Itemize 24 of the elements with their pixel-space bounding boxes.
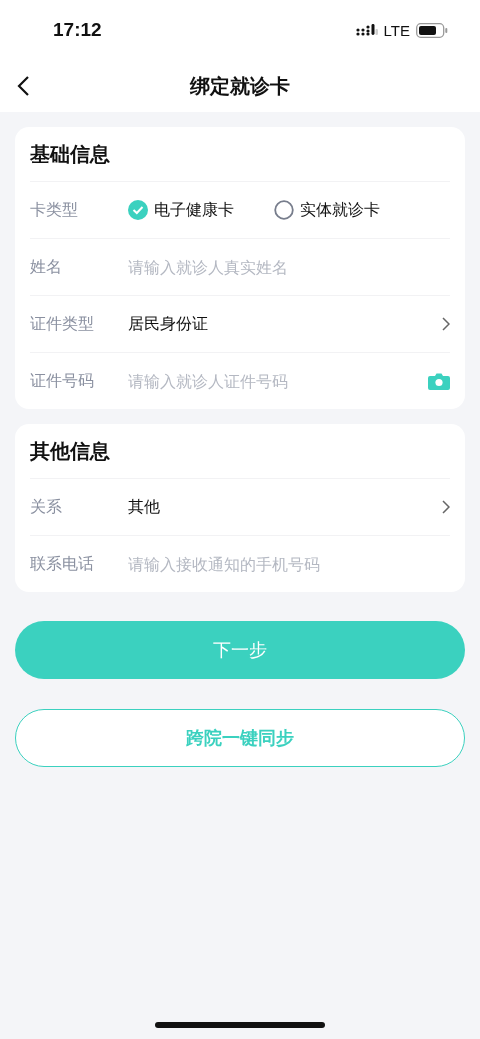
page-title: 绑定就诊卡: [190, 72, 290, 100]
field-label: 关系: [30, 496, 63, 518]
status-time: 17:12: [53, 19, 102, 41]
chevron-right-icon[interactable]: [442, 317, 450, 331]
section-title: 其他信息: [30, 437, 110, 465]
field-label: 证件类型: [30, 313, 95, 335]
select-value[interactable]: 居民身份证: [128, 313, 442, 335]
chevron-right-icon[interactable]: [442, 500, 450, 514]
input-field[interactable]: 请输入就诊人真实姓名: [128, 257, 450, 277]
battery-icon: [416, 22, 448, 38]
input-field[interactable]: 请输入就诊人证件号码: [128, 371, 428, 391]
section-title: 基础信息: [30, 140, 110, 168]
field-label: 证件号码: [30, 370, 95, 392]
checked-radio-icon[interactable]: [128, 200, 148, 220]
radio-label[interactable]: 实体就诊卡: [300, 199, 380, 221]
field-label: 联系电话: [30, 553, 95, 575]
radio-icon[interactable]: [274, 200, 294, 220]
radio-label[interactable]: 电子健康卡: [154, 199, 234, 221]
select-value[interactable]: 其他: [128, 496, 442, 518]
field-label: 姓名: [30, 256, 63, 278]
field-label: 卡类型: [30, 199, 79, 221]
signal-icon: [355, 24, 378, 36]
input-field[interactable]: 请输入接收通知的手机号码: [128, 554, 450, 574]
network-label: LTE: [383, 21, 410, 39]
